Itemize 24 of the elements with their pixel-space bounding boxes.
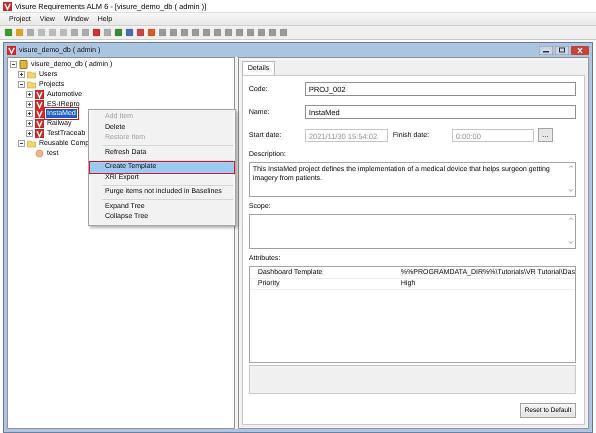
project-logo-icon [35,90,44,99]
expander-icon[interactable] [18,71,25,78]
expander-icon[interactable] [18,140,25,147]
expander-icon[interactable] [18,80,25,88]
expander-icon[interactable] [26,110,33,118]
project-logo-icon [35,119,44,128]
database-icon [19,60,28,70]
project-logo-icon [35,109,44,118]
project-logo-icon [35,100,44,109]
maximize-icon[interactable] [555,46,569,54]
database-logo-icon [7,46,16,54]
minimize-icon[interactable] [539,46,553,54]
project-logo-icon [35,128,44,138]
close-icon[interactable] [571,46,589,54]
scrollbar[interactable] [567,215,575,246]
component-icon [35,148,44,158]
folder-icon [27,138,36,148]
expander-icon[interactable] [26,100,33,108]
expander-icon[interactable] [10,61,17,68]
expander-icon[interactable] [26,130,33,137]
scrollbar[interactable] [567,163,575,194]
expander-icon[interactable] [26,120,33,128]
scope-field[interactable] [248,214,576,249]
expander-icon[interactable] [26,90,33,98]
